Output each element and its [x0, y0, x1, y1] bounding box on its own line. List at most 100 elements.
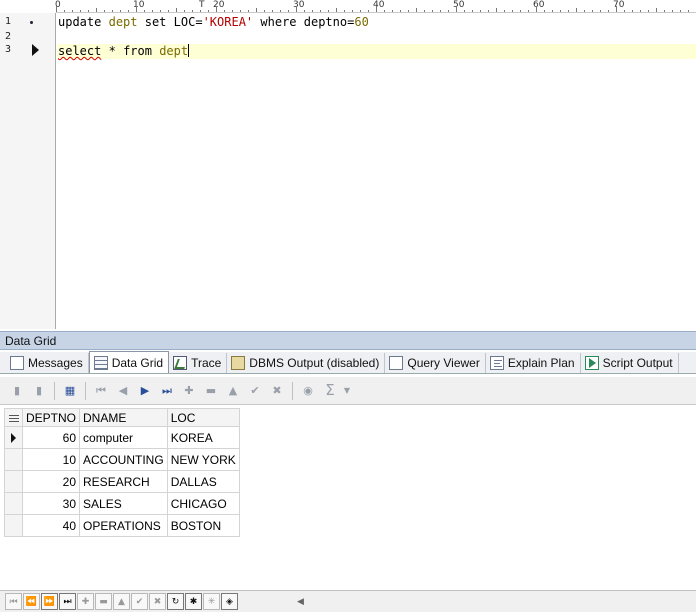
nav-first-button[interactable]: ⏮	[5, 593, 22, 610]
cell-dname[interactable]: SALES	[79, 492, 168, 515]
tab-query-viewer[interactable]: Query Viewer	[385, 353, 486, 373]
table-row[interactable]: 60 computer KOREA	[4, 426, 240, 449]
tab-data-grid[interactable]: Data Grid	[88, 351, 170, 373]
tab-trace[interactable]: Trace	[169, 353, 228, 373]
ruler-tick	[480, 10, 481, 12]
prior-record-button[interactable]: ◀	[112, 380, 134, 402]
grid-options-button[interactable]: ▦	[59, 380, 81, 402]
sum-button[interactable]: Σ	[319, 380, 341, 402]
ruler-tick	[152, 10, 153, 12]
sum-dropdown-button[interactable]: ▼	[341, 380, 353, 402]
ruler-label: 50	[453, 0, 465, 10]
nav-next-page-button[interactable]: ⏩	[41, 593, 58, 610]
nav-insert-button[interactable]: ✚	[77, 593, 94, 610]
ruler-label: 70	[613, 0, 625, 10]
tab-dbms-output[interactable]: DBMS Output (disabled)	[227, 353, 386, 373]
column-header-deptno[interactable]: DEPTNO	[21, 408, 81, 427]
operator: *	[108, 44, 116, 58]
cell-dname[interactable]: computer	[79, 426, 168, 449]
tab-messages[interactable]: Messages	[6, 353, 89, 373]
nav-filter-button[interactable]: ◈	[221, 593, 238, 610]
string-literal: 'KOREA'	[202, 15, 254, 29]
ruler-tick	[464, 10, 465, 12]
ruler-tick	[520, 10, 521, 12]
column-header-dname[interactable]: DNAME	[79, 408, 168, 427]
cell-deptno[interactable]: 40	[21, 514, 81, 537]
nav-edit-button[interactable]: ▲	[113, 593, 130, 610]
grid-menu-cell[interactable]	[4, 408, 23, 427]
nav-prior-page-button[interactable]: ⏪	[23, 593, 40, 610]
list-icon	[9, 414, 19, 423]
ruler-tick	[632, 10, 633, 12]
ruler-tick	[472, 10, 473, 12]
cancel-edit-button[interactable]: ✖	[266, 380, 288, 402]
last-record-button[interactable]: ⏭	[156, 380, 178, 402]
import-button[interactable]: ▮	[28, 380, 50, 402]
cell-dname[interactable]: OPERATIONS	[79, 514, 168, 537]
toolbar-separator	[85, 381, 86, 400]
data-grid[interactable]: DEPTNO DNAME LOC 60 computer KOREA 10 AC…	[0, 406, 696, 590]
row-indicator[interactable]	[4, 470, 23, 493]
table-row[interactable]: 10 ACCOUNTING NEW YORK	[4, 448, 240, 471]
ruler-tick	[224, 10, 225, 12]
next-record-button[interactable]: ▶	[134, 380, 156, 402]
chevron-down-icon: ▼	[343, 385, 351, 395]
nav-goto-bookmark-button[interactable]: ✳	[203, 593, 220, 610]
code-area[interactable]: update dept set LOC='KOREA' where deptno…	[57, 13, 696, 329]
ruler-tick	[512, 10, 513, 12]
delete-record-button[interactable]: ▬	[200, 380, 222, 402]
scroll-left-arrow-icon[interactable]: ◀	[297, 597, 304, 607]
row-indicator[interactable]	[4, 426, 23, 449]
ruler-tick	[680, 10, 681, 12]
post-edit-button[interactable]: ✔	[244, 380, 266, 402]
row-indicator[interactable]	[4, 514, 23, 537]
nav-last-button[interactable]: ⏭	[59, 593, 76, 610]
tab-label: Messages	[28, 356, 83, 370]
code-line-2[interactable]	[57, 30, 696, 45]
ruler-tick	[288, 10, 289, 12]
table-row[interactable]: 30 SALES CHICAGO	[4, 492, 240, 515]
ruler-tick	[208, 10, 209, 12]
cell-loc[interactable]: KOREA	[166, 426, 240, 449]
cell-dname[interactable]: RESEARCH	[79, 470, 168, 493]
ruler-tick	[176, 8, 177, 12]
code-line-3[interactable]: select * from dept	[57, 44, 696, 59]
cell-deptno[interactable]: 30	[21, 492, 81, 515]
table-row[interactable]: 20 RESEARCH DALLAS	[4, 470, 240, 493]
keyword: from	[123, 44, 152, 58]
tab-explain-plan[interactable]: Explain Plan	[486, 353, 581, 373]
cell-loc[interactable]: CHICAGO	[166, 492, 240, 515]
filter-button[interactable]: ◉	[297, 380, 319, 402]
tab-script-output[interactable]: Script Output	[581, 353, 679, 373]
ruler-tick	[448, 10, 449, 12]
nav-refresh-button[interactable]: ↻	[167, 593, 184, 610]
nav-post-button[interactable]: ✔	[131, 593, 148, 610]
cell-loc[interactable]: BOSTON	[166, 514, 240, 537]
export-button[interactable]: ▮	[6, 380, 28, 402]
ruler-tick	[560, 10, 561, 12]
sql-editor[interactable]: 0 10 T 20 30 40 50 60 70 1 2 3 update de…	[0, 0, 696, 329]
line-number-gutter[interactable]: 1 2 3	[0, 13, 56, 329]
row-indicator[interactable]	[4, 492, 23, 515]
cell-loc[interactable]: NEW YORK	[166, 448, 240, 471]
cell-deptno[interactable]: 10	[21, 448, 81, 471]
cell-deptno[interactable]: 60	[21, 426, 81, 449]
cell-deptno[interactable]: 20	[21, 470, 81, 493]
ruler-tick	[384, 10, 385, 12]
nav-bookmark-button[interactable]: ✱	[185, 593, 202, 610]
column-header-loc[interactable]: LOC	[166, 408, 240, 427]
insert-record-button[interactable]: ✚	[178, 380, 200, 402]
code-line-1[interactable]: update dept set LOC='KOREA' where deptno…	[57, 15, 696, 30]
table-name: dept	[108, 15, 138, 29]
nav-cancel-button[interactable]: ✖	[149, 593, 166, 610]
cell-loc[interactable]: DALLAS	[166, 470, 240, 493]
row-indicator[interactable]	[4, 448, 23, 471]
first-record-button[interactable]: ⏮	[90, 380, 112, 402]
ruler-tick	[592, 10, 593, 12]
edit-record-button[interactable]: ▲	[222, 380, 244, 402]
explain-plan-icon	[489, 356, 504, 370]
table-row[interactable]: 40 OPERATIONS BOSTON	[4, 514, 240, 537]
cell-dname[interactable]: ACCOUNTING	[79, 448, 168, 471]
nav-delete-button[interactable]: ▬	[95, 593, 112, 610]
ruler-tick	[576, 8, 577, 12]
